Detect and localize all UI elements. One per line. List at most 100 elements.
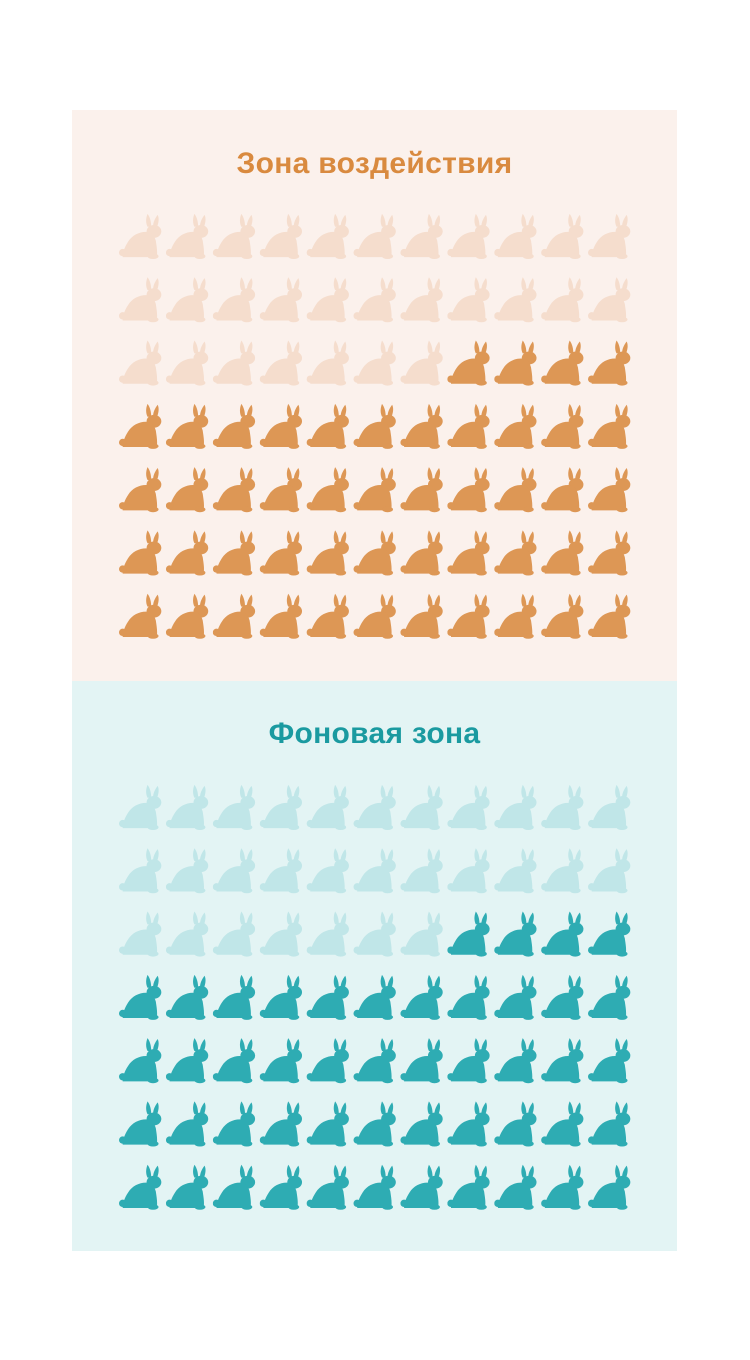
- rabbit-icon-faded: [400, 340, 443, 386]
- rabbit-icon-highlighted: [306, 1164, 349, 1210]
- rabbit-icon-highlighted: [165, 530, 209, 576]
- rabbit-icon-faded: [494, 848, 537, 894]
- rabbit-icon-faded: [306, 784, 349, 830]
- rabbit-icon-highlighted: [447, 403, 490, 449]
- rabbit-icon-highlighted: [494, 1164, 537, 1210]
- rabbit-icon-highlighted: [588, 1164, 631, 1210]
- rabbit-icon-highlighted: [447, 1101, 490, 1147]
- rabbit-icon-highlighted: [306, 1101, 349, 1147]
- rabbit-icon-highlighted: [541, 403, 584, 449]
- rabbit-icon-faded: [353, 277, 396, 323]
- rabbit-icon-faded: [447, 277, 490, 323]
- rabbit-icon-highlighted: [306, 593, 349, 639]
- rabbit-icon-highlighted: [447, 911, 490, 957]
- rabbit-icon-faded: [400, 277, 443, 323]
- rabbit-icon-highlighted: [259, 593, 303, 639]
- rabbit-icon-highlighted: [259, 403, 303, 449]
- rabbit-icon-highlighted: [447, 593, 490, 639]
- rabbit-icon-highlighted: [353, 530, 396, 576]
- rabbit-icon-highlighted: [541, 911, 584, 957]
- rabbit-icon-highlighted: [494, 467, 537, 513]
- rabbit-icon-faded: [541, 277, 584, 323]
- rabbit-icon-faded: [400, 784, 443, 830]
- rabbit-icon-highlighted: [165, 1164, 209, 1210]
- rabbit-icon-faded: [306, 848, 349, 894]
- rabbit-icon-highlighted: [494, 974, 537, 1020]
- rabbit-icon-highlighted: [541, 1164, 584, 1210]
- rabbit-icon-highlighted: [212, 974, 256, 1020]
- background-zone-pictogram: [119, 784, 631, 1210]
- rabbit-icon-highlighted: [119, 974, 162, 1020]
- rabbit-icon-faded: [353, 784, 396, 830]
- rabbit-icon-highlighted: [400, 467, 443, 513]
- rabbit-icon-faded: [353, 911, 396, 957]
- rabbit-icon-highlighted: [588, 974, 631, 1020]
- rabbit-icon-highlighted: [119, 1164, 162, 1210]
- impact-zone-title: Зона воздействия: [236, 147, 513, 180]
- rabbit-icon-faded: [165, 848, 209, 894]
- rabbit-icon-highlighted: [541, 530, 584, 576]
- rabbit-icon-highlighted: [212, 1038, 256, 1084]
- rabbit-icon-highlighted: [447, 1038, 490, 1084]
- rabbit-icon-highlighted: [541, 1038, 584, 1084]
- rabbit-icon-faded: [494, 213, 537, 259]
- rabbit-icon-highlighted: [119, 1038, 162, 1084]
- background-zone-panel: Фоновая зона: [72, 681, 677, 1251]
- rabbit-icon-faded: [400, 213, 443, 259]
- rabbit-icon-highlighted: [353, 403, 396, 449]
- rabbit-icon-faded: [400, 911, 443, 957]
- rabbit-icon-faded: [259, 277, 303, 323]
- rabbit-icon-highlighted: [400, 403, 443, 449]
- rabbit-icon-highlighted: [353, 1101, 396, 1147]
- rabbit-icon-highlighted: [588, 1038, 631, 1084]
- rabbit-icon-faded: [165, 911, 209, 957]
- rabbit-icon-highlighted: [494, 1101, 537, 1147]
- rabbit-icon-highlighted: [212, 593, 256, 639]
- rabbit-icon-highlighted: [353, 593, 396, 639]
- rabbit-icon-highlighted: [353, 467, 396, 513]
- rabbit-icon-highlighted: [588, 1101, 631, 1147]
- rabbit-icon-highlighted: [165, 1038, 209, 1084]
- rabbit-icon-faded: [588, 277, 631, 323]
- rabbit-icon-highlighted: [588, 403, 631, 449]
- rabbit-icon-highlighted: [494, 530, 537, 576]
- rabbit-icon-highlighted: [165, 593, 209, 639]
- rabbit-icon-highlighted: [212, 530, 256, 576]
- rabbit-icon-highlighted: [165, 974, 209, 1020]
- rabbit-icon-highlighted: [494, 911, 537, 957]
- rabbit-icon-highlighted: [353, 1038, 396, 1084]
- rabbit-icon-highlighted: [259, 1101, 303, 1147]
- rabbit-icon-faded: [306, 911, 349, 957]
- rabbit-icon-faded: [400, 848, 443, 894]
- rabbit-icon-highlighted: [494, 1038, 537, 1084]
- rabbit-icon-highlighted: [588, 911, 631, 957]
- rabbit-icon-highlighted: [212, 1101, 256, 1147]
- rabbit-icon-highlighted: [306, 1038, 349, 1084]
- rabbit-icon-highlighted: [306, 403, 349, 449]
- rabbit-icon-highlighted: [212, 1164, 256, 1210]
- rabbit-icon-highlighted: [588, 530, 631, 576]
- rabbit-icon-faded: [212, 911, 256, 957]
- rabbit-icon-faded: [212, 784, 256, 830]
- rabbit-icon-faded: [212, 277, 256, 323]
- rabbit-icon-highlighted: [259, 530, 303, 576]
- rabbit-icon-highlighted: [447, 340, 490, 386]
- rabbit-icon-highlighted: [541, 467, 584, 513]
- background-zone-title: Фоновая зона: [268, 717, 481, 750]
- rabbit-icon-highlighted: [400, 593, 443, 639]
- rabbit-icon-faded: [212, 340, 256, 386]
- rabbit-icon-highlighted: [400, 1038, 443, 1084]
- rabbit-icon-highlighted: [494, 593, 537, 639]
- rabbit-icon-highlighted: [494, 340, 537, 386]
- rabbit-icon-highlighted: [259, 1164, 303, 1210]
- rabbit-icon-faded: [119, 911, 162, 957]
- rabbit-icon-highlighted: [400, 1164, 443, 1210]
- rabbit-icon-highlighted: [119, 530, 162, 576]
- rabbit-icon-faded: [588, 213, 631, 259]
- rabbit-icon-faded: [119, 277, 162, 323]
- impact-zone-panel: Зона воздействия: [72, 110, 677, 681]
- rabbit-icon-highlighted: [588, 340, 631, 386]
- rabbit-icon-faded: [447, 213, 490, 259]
- rabbit-icon-highlighted: [353, 1164, 396, 1210]
- rabbit-icon-highlighted: [119, 403, 162, 449]
